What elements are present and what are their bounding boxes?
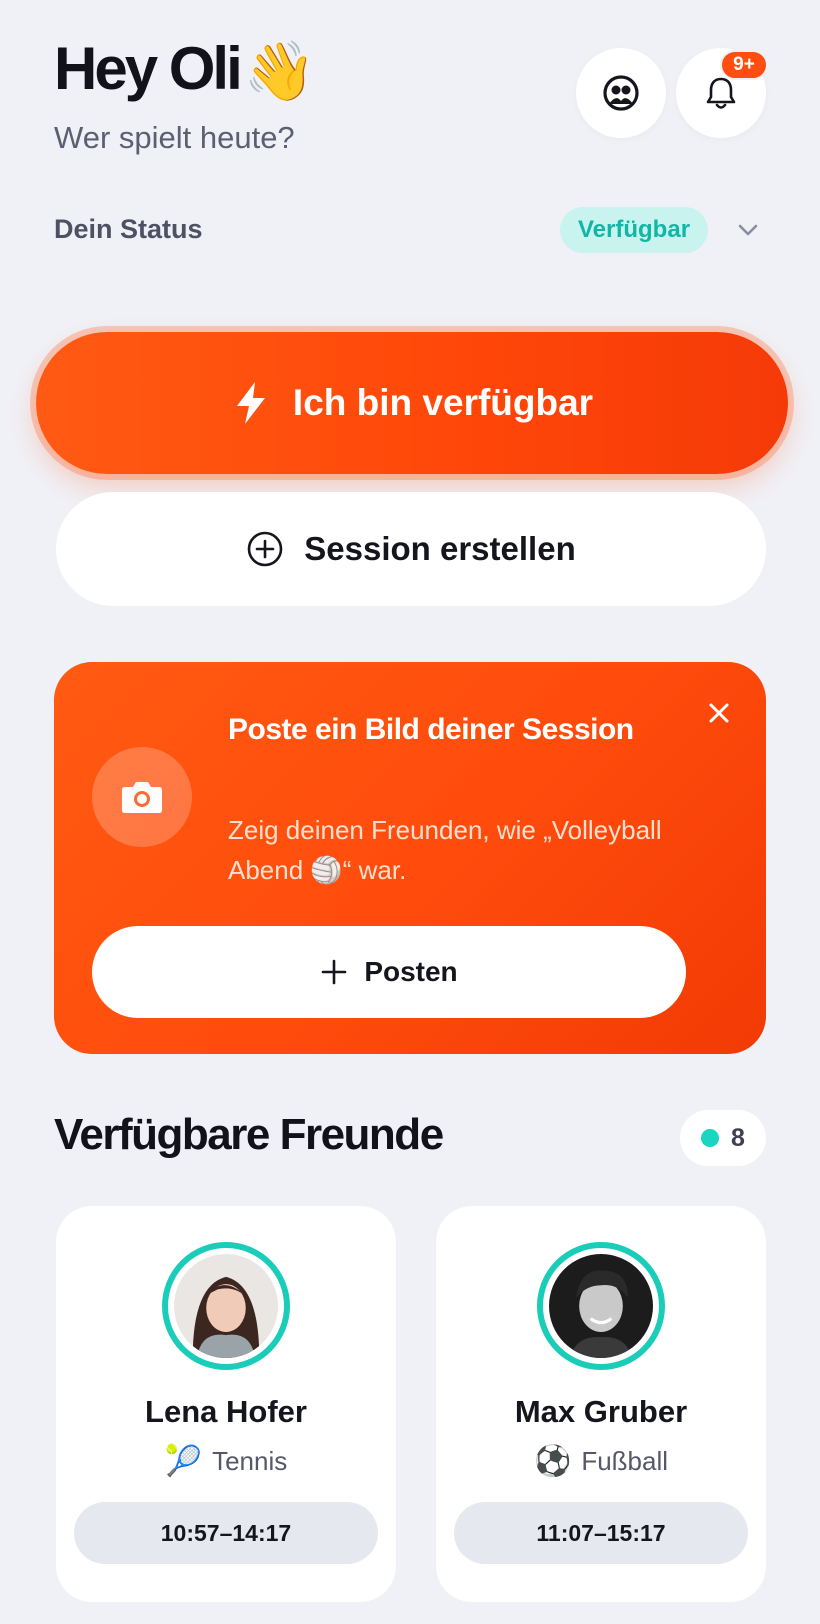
friend-card[interactable]: Max Gruber ⚽ Fußball 11:07–15:17 [436, 1206, 766, 1602]
friend-sport: ⚽ Fußball [436, 1444, 766, 1479]
close-icon[interactable] [704, 698, 734, 728]
create-session-label: Session erstellen [304, 530, 576, 567]
notification-badge: 9+ [720, 50, 768, 80]
lightning-icon [236, 382, 265, 424]
online-dot-icon [701, 1129, 720, 1147]
status-badge[interactable]: Verfügbar [560, 207, 709, 253]
friends-section-title: Verfügbare Freunde [54, 1110, 444, 1159]
plus-icon [322, 959, 347, 985]
avatar-ring [162, 1242, 290, 1370]
camera-icon-wrapper [92, 747, 192, 847]
post-button[interactable]: Posten [92, 926, 686, 1018]
friends-count-badge: 8 [680, 1110, 766, 1166]
greeting-title: Hey Oli👋 [54, 34, 316, 107]
chevron-down-icon[interactable] [734, 216, 762, 244]
friend-sport: 🎾 Tennis [56, 1444, 396, 1479]
plus-circle-icon [247, 531, 283, 567]
friend-name: Max Gruber [514, 1394, 688, 1429]
friends-icon [603, 75, 639, 111]
promo-text: Zeig deinen Freunden, wie „Volleyball Ab… [228, 815, 662, 885]
friend-sport-label: Fußball [581, 1446, 669, 1476]
greeting-subtitle: Wer spielt heute? [54, 120, 295, 155]
home-screen: Hey Oli👋 Wer spielt heute? 9+ Dein Statu… [0, 0, 820, 1624]
greeting-text: Hey Oli [54, 35, 243, 102]
friends-count: 8 [731, 1123, 745, 1152]
soccer-ball-icon: ⚽ [533, 1445, 572, 1478]
avatar [549, 1254, 653, 1358]
post-button-label: Posten [364, 956, 458, 987]
available-button-label: Ich bin verfügbar [292, 382, 594, 423]
friend-card[interactable]: Lena Hofer 🎾 Tennis 10:57–14:17 [56, 1206, 396, 1602]
friend-sport-label: Tennis [212, 1446, 288, 1476]
friend-time-range: 11:07–15:17 [454, 1502, 748, 1564]
avatar-ring [537, 1242, 665, 1370]
post-photo-card: Poste ein Bild deiner Session Zeig deine… [54, 662, 766, 1054]
available-button[interactable]: Ich bin verfügbar [36, 332, 788, 474]
camera-icon [122, 782, 162, 813]
wave-emoji: 👋 [243, 39, 316, 104]
avatar [174, 1254, 278, 1358]
friends-button[interactable] [576, 48, 666, 138]
create-session-button[interactable]: Session erstellen [56, 492, 766, 606]
promo-title: Poste ein Bild deiner Session [228, 713, 634, 746]
tennis-icon: 🎾 [164, 1445, 203, 1478]
status-label: Dein Status [54, 214, 203, 244]
friend-time-range: 10:57–14:17 [74, 1502, 378, 1564]
friend-name: Lena Hofer [145, 1394, 307, 1429]
